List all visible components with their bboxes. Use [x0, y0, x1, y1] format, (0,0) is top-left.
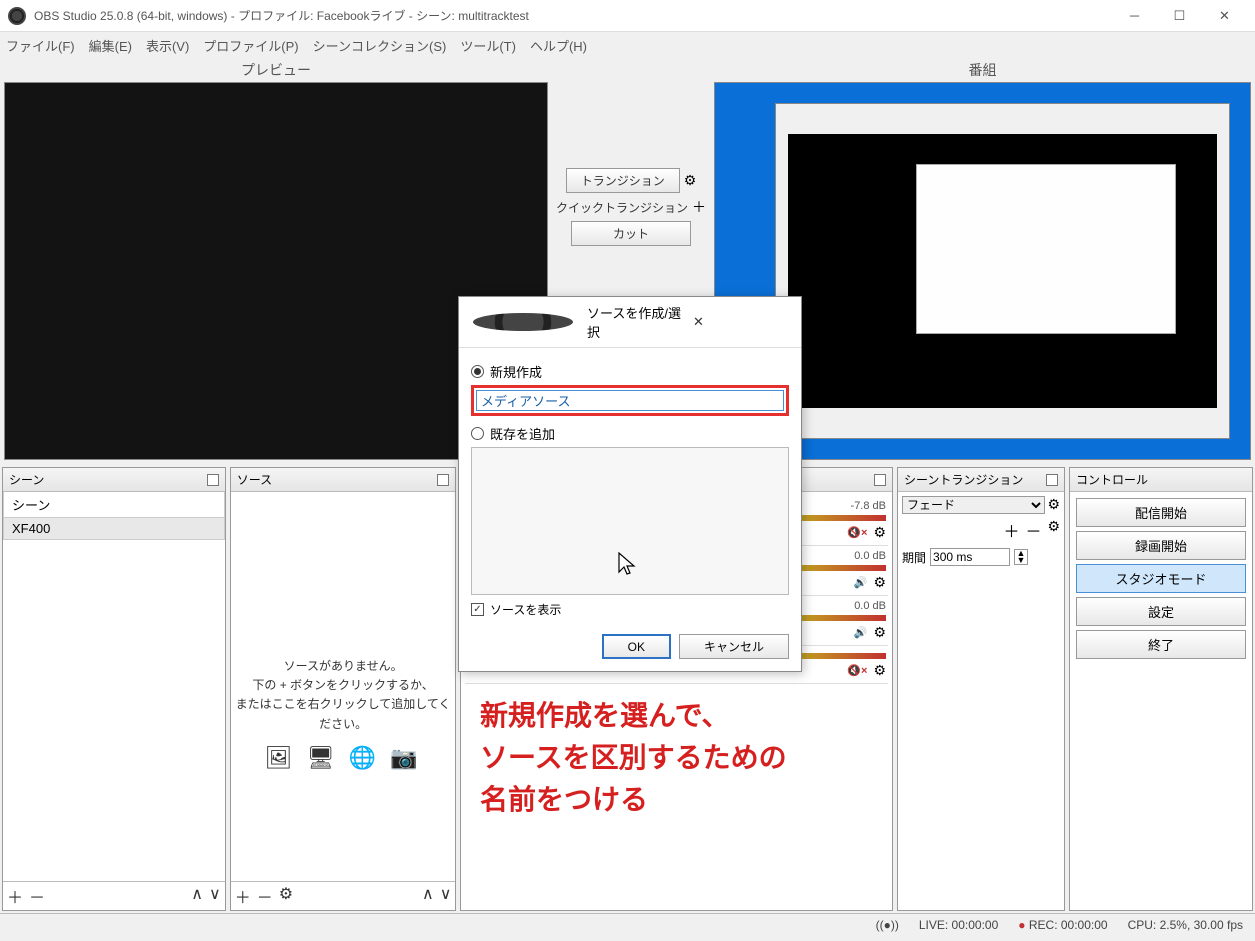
controls-title: コントロール [1076, 471, 1148, 488]
scene-item[interactable]: シーン [3, 492, 225, 518]
checkbox-visible-label: ソースを表示 [490, 601, 561, 618]
speaker-icon[interactable]: 🔊 [854, 626, 868, 639]
name-input-highlight [471, 385, 789, 416]
menu-help[interactable]: ヘルプ(H) [530, 36, 587, 55]
speaker-muted-icon[interactable]: 🔇× [847, 526, 867, 539]
quick-transition-add-icon[interactable]: ＋ [692, 197, 706, 217]
settings-button[interactable]: 設定 [1076, 597, 1246, 626]
dialog-title: ソースを作成/選択 [587, 303, 687, 341]
speaker-muted-icon[interactable]: 🔇× [847, 664, 867, 677]
create-source-dialog: ソースを作成/選択 ✕ 新規作成 既存を追加 ✓ ソースを表示 OK キャンセル [458, 296, 802, 672]
scenes-title: シーン [9, 471, 44, 488]
existing-sources-list[interactable] [471, 447, 789, 595]
window-title: OBS Studio 25.0.8 (64-bit, windows) - プロ… [34, 7, 1112, 24]
radio-existing[interactable] [471, 427, 484, 440]
menu-tools[interactable]: ツール(T) [460, 36, 516, 55]
sources-title: ソース [237, 471, 272, 488]
statusbar: ((●)) LIVE: 00:00:00 ● REC: 00:00:00 CPU… [0, 913, 1255, 935]
scenes-dock: シーン シーン XF400 ＋ － ∧ ∨ [2, 467, 226, 911]
mixer-popout-icon[interactable] [874, 474, 886, 486]
sources-empty-l3: またはここを右クリックして追加してください。 [231, 695, 456, 733]
menu-view[interactable]: 表示(V) [146, 36, 189, 55]
duration-label: 期間 [902, 549, 926, 566]
sources-empty-l1: ソースがありません。 [231, 657, 456, 676]
transitions-popout-icon[interactable] [1046, 474, 1058, 486]
checkbox-visible[interactable]: ✓ [471, 603, 484, 616]
exit-button[interactable]: 終了 [1076, 630, 1246, 659]
transition-button[interactable]: トランジション [566, 168, 680, 193]
radio-new-label: 新規作成 [490, 362, 542, 381]
source-down-icon[interactable]: ∨ [440, 884, 452, 908]
start-streaming-button[interactable]: 配信開始 [1076, 498, 1246, 527]
scene-remove-icon[interactable]: － [29, 884, 45, 908]
controls-dock: コントロール 配信開始 録画開始 スタジオモード 設定 終了 [1069, 467, 1253, 911]
source-gear-icon[interactable]: ⚙ [279, 884, 293, 908]
transition-remove-icon[interactable]: － [1025, 518, 1041, 542]
menu-profile[interactable]: プロファイル(P) [203, 36, 298, 55]
source-up-icon[interactable]: ∧ [422, 884, 434, 908]
radio-existing-label: 既存を追加 [490, 424, 555, 443]
sources-dock: ソース ソースがありません。 下の + ボタンをクリックするか、 またはここを右… [230, 467, 457, 911]
cursor-icon [618, 552, 638, 578]
status-rec: ● REC: 00:00:00 [1018, 918, 1107, 932]
transition-select-gear-icon[interactable]: ⚙ [1047, 496, 1060, 514]
broadcast-icon: ((●)) [876, 918, 899, 932]
program-label: 番組 [710, 58, 1255, 82]
titlebar: OBS Studio 25.0.8 (64-bit, windows) - プロ… [0, 0, 1255, 32]
speaker-icon[interactable]: 🔊 [854, 576, 868, 589]
status-live: LIVE: 00:00:00 [919, 918, 998, 932]
transitions-dock: シーントランジション フェード ⚙ ＋ － ⚙ 期間 ▲▼ [897, 467, 1065, 911]
duration-spinner[interactable]: ▲▼ [1014, 549, 1028, 565]
mixer-gear-icon[interactable]: ⚙ [873, 574, 886, 591]
cancel-button[interactable]: キャンセル [679, 634, 789, 659]
transition-gear-icon[interactable]: ⚙ [684, 172, 697, 189]
status-cpu: CPU: 2.5%, 30.00 fps [1128, 918, 1243, 932]
menu-edit[interactable]: 編集(E) [89, 36, 132, 55]
menu-file[interactable]: ファイル(F) [6, 36, 75, 55]
source-remove-icon[interactable]: － [257, 884, 273, 908]
menubar: ファイル(F) 編集(E) 表示(V) プロファイル(P) シーンコレクション(… [0, 32, 1255, 58]
transition-add-icon[interactable]: ＋ [1003, 518, 1019, 542]
minimize-button[interactable]: ─ [1112, 1, 1157, 31]
scene-down-icon[interactable]: ∨ [209, 884, 221, 908]
scenes-popout-icon[interactable] [207, 474, 219, 486]
start-recording-button[interactable]: 録画開始 [1076, 531, 1246, 560]
mixer-gear-icon[interactable]: ⚙ [873, 524, 886, 541]
maximize-button[interactable]: ☐ [1157, 1, 1202, 31]
dialog-close-icon[interactable]: ✕ [693, 314, 793, 330]
close-button[interactable]: ✕ [1202, 1, 1247, 31]
sources-empty-l2: 下の + ボタンをクリックするか、 [231, 676, 456, 695]
mixer-gear-icon[interactable]: ⚙ [873, 624, 886, 641]
preview-label: プレビュー [0, 58, 552, 82]
transition-props-gear-icon[interactable]: ⚙ [1047, 518, 1060, 542]
menu-scene-collection[interactable]: シーンコレクション(S) [313, 36, 447, 55]
scene-item[interactable]: XF400 [3, 518, 225, 540]
obs-logo-icon [8, 7, 26, 25]
mixer-gear-icon[interactable]: ⚙ [873, 662, 886, 679]
sources-popout-icon[interactable] [437, 474, 449, 486]
studio-mode-button[interactable]: スタジオモード [1076, 564, 1246, 593]
dialog-logo-icon [473, 313, 573, 331]
annotation-text: 新規作成を選んで、 ソースを区別するための 名前をつける [480, 695, 787, 821]
sources-empty: ソースがありません。 下の + ボタンをクリックするか、 またはここを右クリック… [231, 492, 456, 775]
cut-button[interactable]: カット [571, 221, 691, 246]
scene-add-icon[interactable]: ＋ [7, 884, 23, 908]
quick-transition-label: クイックトランジション [556, 199, 688, 216]
source-add-icon[interactable]: ＋ [235, 884, 251, 908]
duration-input[interactable] [930, 548, 1010, 566]
transitions-title: シーントランジション [904, 471, 1023, 488]
radio-new[interactable] [471, 365, 484, 378]
sources-hint-icons: 🖼 🖥 🌐 📷 [231, 740, 456, 775]
source-name-input[interactable] [476, 390, 784, 411]
ok-button[interactable]: OK [602, 634, 671, 659]
scene-up-icon[interactable]: ∧ [191, 884, 203, 908]
transition-select[interactable]: フェード [902, 496, 1045, 514]
